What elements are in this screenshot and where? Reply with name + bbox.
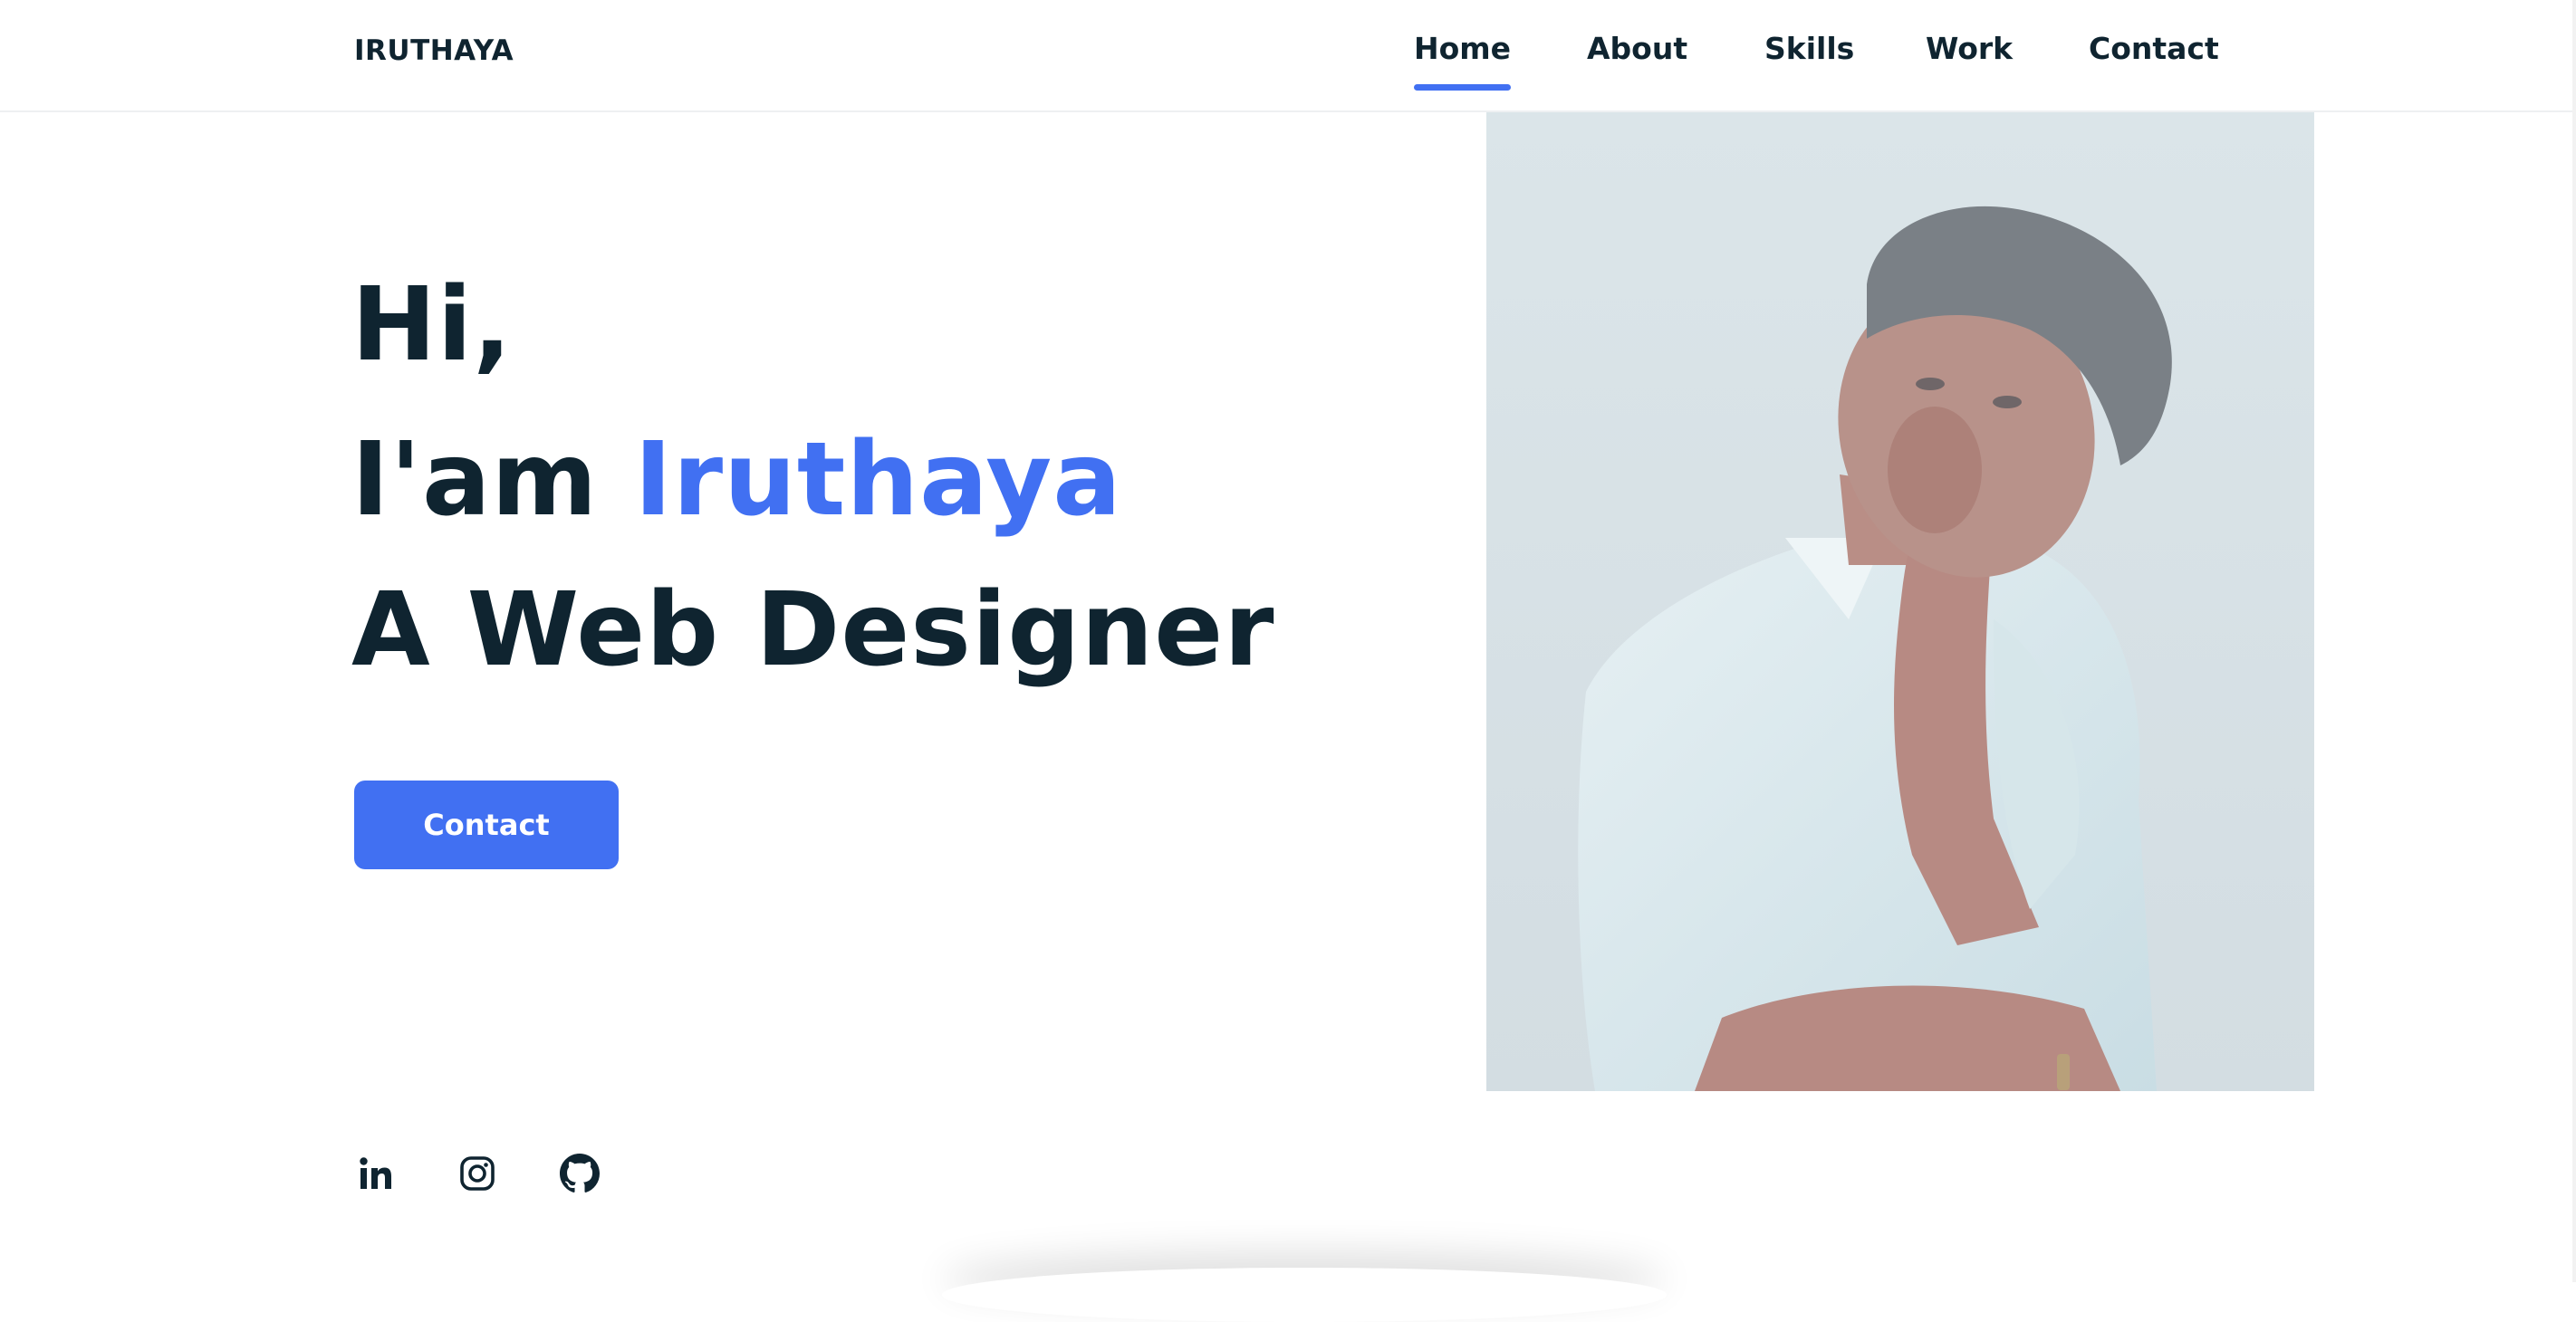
profile-photo-illustration xyxy=(1486,112,2314,1091)
section-shadow xyxy=(942,1268,1667,1322)
profile-photo xyxy=(1486,112,2314,1091)
nav-skills[interactable]: Skills xyxy=(1764,31,1854,66)
site-header: IRUTHAYA Home About Skills Work Contact xyxy=(0,0,2576,112)
nav-about[interactable]: About xyxy=(1587,31,1687,66)
linkedin-link[interactable] xyxy=(355,1153,397,1194)
hero-name: Iruthaya xyxy=(634,421,1122,539)
instagram-link[interactable] xyxy=(457,1153,498,1194)
site-logo[interactable]: IRUTHAYA xyxy=(354,34,514,67)
linkedin-icon xyxy=(360,1157,391,1189)
hero-intro: I'am Iruthaya xyxy=(351,429,1122,531)
instagram-icon xyxy=(460,1156,495,1191)
nav-work[interactable]: Work xyxy=(1926,31,2013,66)
contact-button[interactable]: Contact xyxy=(354,781,619,869)
hero-greeting: Hi, xyxy=(351,266,513,384)
github-link[interactable] xyxy=(559,1153,601,1194)
nav-contact[interactable]: Contact xyxy=(2089,31,2219,66)
github-icon xyxy=(560,1154,600,1193)
hero-intro-prefix: I'am xyxy=(351,421,635,539)
nav-home[interactable]: Home xyxy=(1414,31,1512,91)
page-edge xyxy=(2572,0,2576,1282)
hero-role: A Web Designer xyxy=(351,571,1275,689)
